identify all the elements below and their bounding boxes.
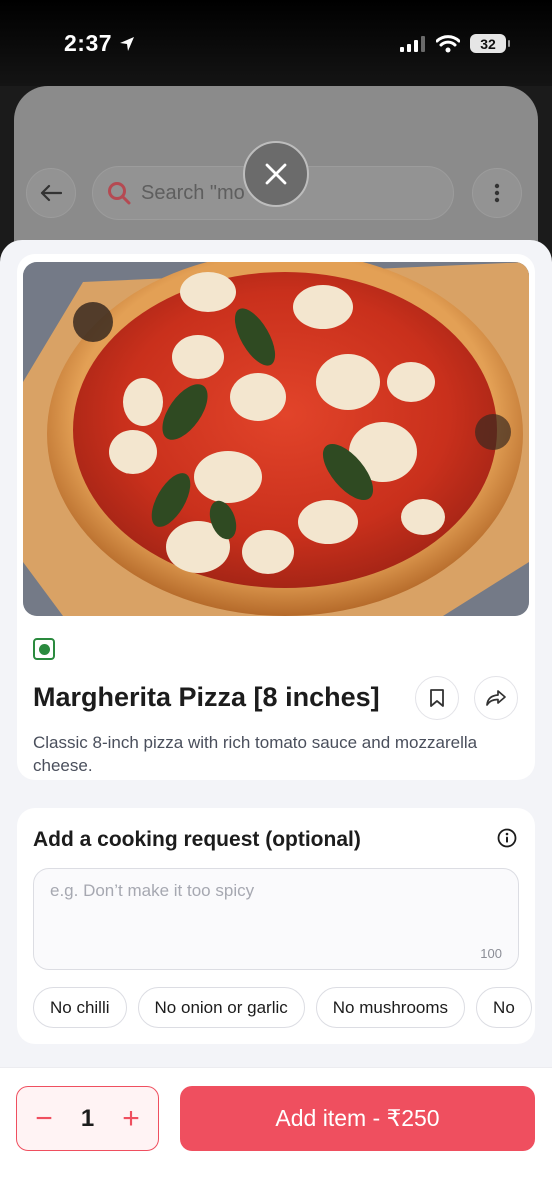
- item-image: [23, 262, 529, 616]
- chip-no-mushrooms[interactable]: No mushrooms: [315, 987, 466, 1028]
- item-card: Margherita Pizza [8 inches] Classic 8-in…: [17, 254, 535, 780]
- wifi-icon: [436, 34, 460, 52]
- search-placeholder: Search "mo: [141, 181, 245, 204]
- quantity-stepper: − 1 +: [16, 1086, 159, 1151]
- search-icon: [108, 182, 131, 205]
- cellular-signal-icon: [400, 35, 425, 52]
- pizza-photo: [23, 262, 529, 616]
- item-description: Classic 8-inch pizza with rich tomato sa…: [33, 733, 478, 775]
- bookmark-icon: [430, 689, 444, 707]
- increase-quantity-button[interactable]: +: [118, 1103, 144, 1134]
- share-button[interactable]: [474, 676, 518, 720]
- chip-no-chilli[interactable]: No chilli: [33, 987, 127, 1028]
- chip-partial[interactable]: No: [476, 987, 532, 1028]
- more-vertical-icon: [494, 183, 500, 203]
- info-icon[interactable]: [497, 828, 517, 848]
- background-more-button: [472, 168, 522, 218]
- cooking-request-title: Add a cooking request (optional): [33, 828, 361, 851]
- cooking-request-box: 100: [33, 868, 519, 970]
- quantity-value: 1: [80, 1104, 95, 1132]
- status-time: 2:37: [64, 30, 136, 57]
- battery-icon: 32: [470, 34, 510, 53]
- background-back-button: [26, 168, 76, 218]
- close-button[interactable]: [243, 141, 309, 207]
- clock-text: 2:37: [64, 30, 113, 56]
- bookmark-button[interactable]: [415, 676, 459, 720]
- cooking-request-input[interactable]: [50, 881, 502, 941]
- chip-no-onion-garlic[interactable]: No onion or garlic: [137, 987, 305, 1028]
- battery-level: 32: [480, 35, 496, 52]
- back-arrow-icon: [40, 184, 62, 202]
- char-limit: 100: [480, 946, 502, 961]
- add-item-button[interactable]: Add item - ₹250: [180, 1086, 535, 1151]
- bottom-action-bar: − 1 + Add item - ₹250: [0, 1067, 552, 1200]
- share-icon: [486, 690, 506, 706]
- cooking-request-card: Add a cooking request (optional) 100 No …: [17, 808, 535, 1044]
- status-indicators: 32: [400, 34, 510, 53]
- request-chips: No chilli No onion or garlic No mushroom…: [33, 987, 535, 1031]
- item-name: Margherita Pizza [8 inches]: [33, 682, 380, 712]
- location-arrow-icon: [120, 36, 135, 51]
- close-icon: [265, 163, 287, 185]
- veg-icon: [33, 638, 55, 660]
- status-bar: 2:37 32: [0, 0, 552, 86]
- item-detail-sheet: Margherita Pizza [8 inches] Classic 8-in…: [0, 240, 552, 1200]
- decrease-quantity-button[interactable]: −: [31, 1103, 57, 1134]
